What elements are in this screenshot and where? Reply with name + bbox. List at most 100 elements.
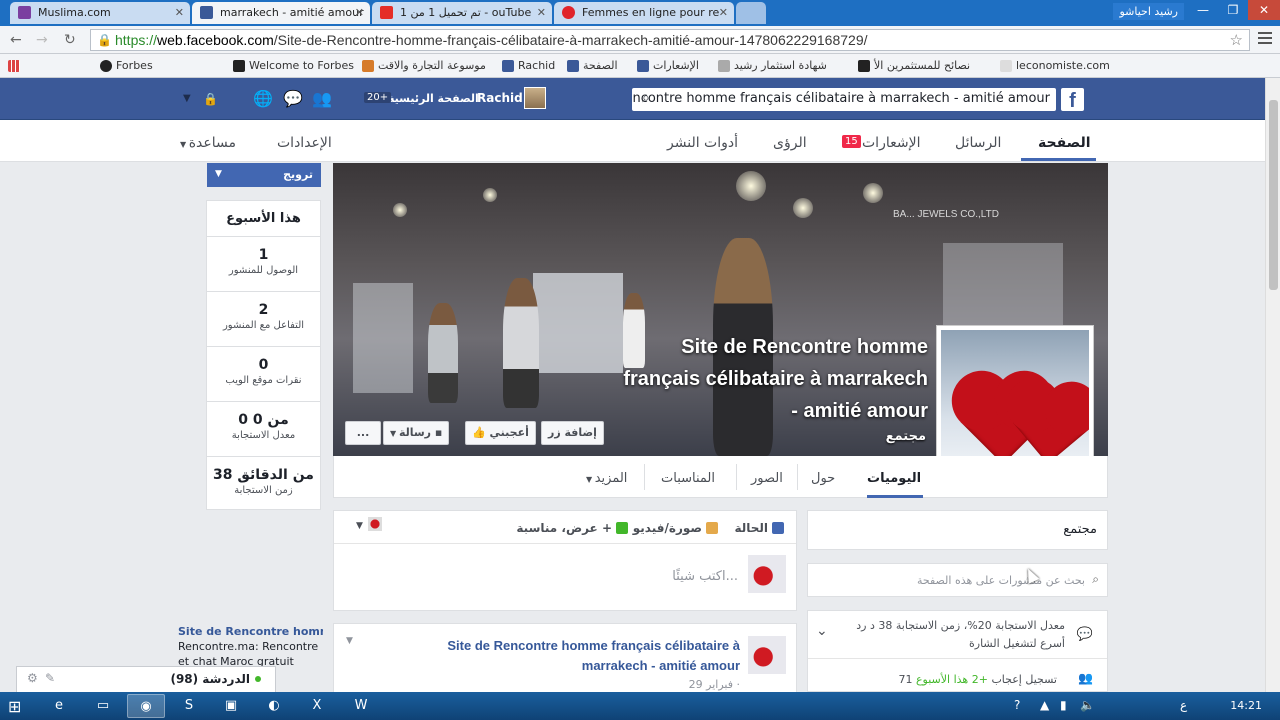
avatar[interactable] (748, 636, 786, 674)
network-icon[interactable]: ▮ (1060, 698, 1067, 712)
globe-icon[interactable]: 🌐 (253, 89, 273, 108)
bookmark-item[interactable]: شهادة استثمار رشيد (718, 59, 827, 72)
scrollbar-thumb[interactable] (1269, 100, 1278, 290)
gear-icon[interactable]: ⚙ (27, 671, 38, 685)
like-button[interactable]: 👍 أعجبني (465, 421, 536, 445)
search-icon[interactable]: ⌕ (642, 90, 650, 106)
restore-icon[interactable]: ❐ (1218, 0, 1248, 20)
photo-video-option[interactable]: صورة/فيديو (633, 521, 718, 535)
chevron-down-icon[interactable]: ⌄ (816, 623, 828, 639)
tab-more[interactable]: ▼ المزيد (586, 471, 627, 486)
close-window-icon[interactable]: ✕ (1248, 0, 1280, 20)
close-icon[interactable]: ✕ (355, 6, 364, 19)
bookmark-item[interactable]: نصائح للمستثمرين الأ (858, 59, 970, 72)
url-input[interactable]: 🔒 https://web.facebook.com/Site-de-Renco… (90, 29, 1250, 51)
tab-notifications[interactable]: الإشعارات (862, 135, 920, 151)
camtasia-icon[interactable]: ▣ (212, 694, 250, 718)
likes-insight[interactable]: 71 تسجيل إعجاب +2 هذا الأسبوع (898, 673, 1057, 686)
browser-tab-muslima[interactable]: Muslima.com ✕ (10, 2, 190, 24)
start-button-icon[interactable]: ⊞ (8, 697, 21, 716)
browser-tab-youtube[interactable]: تم تحميل 1 من 1 - ouTube ✕ (372, 2, 552, 24)
close-icon[interactable]: ✕ (175, 6, 184, 19)
tray-arrow-icon[interactable]: ▲ (1040, 698, 1049, 712)
tab-insights[interactable]: الرؤى (773, 135, 807, 151)
stat-label: زمن الاستجابة (234, 485, 293, 496)
bookmark-item[interactable]: الإشعارات (637, 59, 699, 72)
messages-icon[interactable]: 💬 (283, 89, 303, 108)
stat-post-reach[interactable]: 1 الوصول للمنشور (207, 237, 320, 292)
bookmark-item[interactable]: Forbes (100, 59, 153, 72)
facebook-logo-icon[interactable]: f (1061, 88, 1084, 112)
chrome-icon[interactable]: ◉ (127, 694, 165, 718)
file-explorer-icon[interactable]: ▭ (84, 694, 122, 718)
word-icon[interactable]: W (342, 694, 380, 718)
home-link[interactable]: الصفحة الرئيسية (388, 92, 479, 105)
promote-button[interactable]: ▼ ترويج (207, 163, 321, 187)
page-avatar-small[interactable] (368, 517, 382, 531)
status-option[interactable]: الحالة (734, 521, 784, 535)
edit-icon[interactable]: ✎ (45, 671, 55, 685)
browser-tab-facebook[interactable]: marrakech - amitié amour ✕ (192, 2, 370, 24)
input-language[interactable]: ع (1180, 698, 1187, 712)
post-author-link[interactable]: Site de Rencontre homme français célibat… (410, 636, 740, 676)
fb-search-input[interactable]: ⌕ Site de Rencontre homme français célib… (632, 88, 1056, 111)
tab-timeline[interactable]: اليوميات (867, 471, 921, 486)
new-tab-button[interactable] (736, 2, 766, 24)
skype-icon[interactable]: S (170, 694, 208, 718)
tab-photos[interactable]: الصور (751, 471, 783, 486)
home-count-badge: 20+ (364, 92, 392, 103)
stat-website-clicks[interactable]: 0 نقرات موقع الويب (207, 347, 320, 402)
bookmark-item[interactable]: Welcome to Forbes (233, 59, 354, 72)
bookmark-item[interactable]: الصفحة (567, 59, 618, 72)
bookmark-item[interactable]: موسوعة التجارة والاقت (362, 59, 486, 72)
reload-icon[interactable]: ↻ (64, 32, 76, 48)
tab-publishing-tools[interactable]: أدوات النشر (667, 135, 738, 151)
bookmark-star-icon[interactable]: ☆ (1230, 31, 1243, 49)
back-icon[interactable]: ← (10, 32, 22, 48)
browser-menu-icon[interactable] (1258, 32, 1272, 47)
browser-tab-femmes[interactable]: Femmes en ligne pour re ✕ (554, 2, 734, 24)
about-category-box[interactable]: مجتمع (807, 510, 1108, 550)
tab-page[interactable]: الصفحة (1038, 135, 1091, 151)
stat-response-rate[interactable]: 0 من 0 معدل الاستجابة (207, 402, 320, 457)
stat-post-engagement[interactable]: 2 التفاعل مع المنشور (207, 292, 320, 347)
page-category[interactable]: مجتمع (813, 429, 926, 444)
tab-events[interactable]: المناسبات (661, 471, 715, 486)
post-timestamp[interactable]: 29 فبراير · (689, 678, 740, 691)
privacy-lock-icon[interactable]: 🔒 (203, 92, 218, 106)
friend-requests-icon[interactable]: 👥 (312, 89, 332, 108)
chat-sidebar-bar[interactable]: الدردشة (98) ⚙ ✎ (16, 666, 276, 692)
offer-event-option[interactable]: عرض، مناسبة + (516, 521, 628, 535)
tab-messages[interactable]: الرسائل (955, 135, 1001, 151)
more-options-button[interactable]: ... (345, 421, 381, 445)
tab-settings[interactable]: الإعدادات (277, 135, 332, 151)
window-user-badge[interactable]: رشيد احياشو (1113, 3, 1184, 20)
option-label: الحالة (734, 521, 768, 535)
profile-link[interactable]: Rachid (477, 91, 523, 105)
search-page-posts-input[interactable]: ⌕ بحث عن منشورات على هذه الصفحة (807, 563, 1108, 597)
minimize-icon[interactable]: — (1188, 0, 1218, 20)
account-menu-caret-icon[interactable]: ▼ (183, 93, 191, 104)
help-icon[interactable]: ? (1014, 698, 1020, 712)
bookmark-item[interactable]: Rachid (502, 59, 555, 72)
close-icon[interactable]: ✕ (719, 6, 728, 19)
help-menu[interactable]: ▼ مساعدة (180, 135, 236, 151)
excel-icon[interactable]: X (298, 694, 336, 718)
volume-icon[interactable]: 🔈 (1080, 698, 1095, 712)
forward-icon[interactable]: → (36, 32, 48, 48)
composer-input[interactable]: اكتب شيئًا... (672, 569, 738, 584)
close-icon[interactable]: ✕ (537, 6, 546, 19)
media-player-icon[interactable]: ◐ (255, 694, 293, 718)
add-button-button[interactable]: إضافة زر (541, 421, 604, 445)
message-button[interactable]: ▼ رسالة ▪ (383, 421, 450, 445)
post-options-caret-icon[interactable]: ▼ (346, 636, 353, 646)
internet-explorer-icon[interactable]: e (40, 694, 78, 718)
caret-down-icon[interactable]: ▼ (356, 521, 363, 531)
avatar[interactable] (524, 87, 546, 109)
clock[interactable]: 14:21 (1230, 699, 1262, 712)
tab-about[interactable]: حول (811, 471, 835, 486)
page-scrollbar[interactable] (1265, 78, 1280, 692)
page-tabs: اليوميات حول الصور المناسبات ▼ المزيد (333, 456, 1108, 498)
stat-response-time[interactable]: 38 من الدقائق زمن الاستجابة (207, 457, 320, 521)
bookmark-item[interactable]: leconomiste.com (1000, 59, 1110, 72)
